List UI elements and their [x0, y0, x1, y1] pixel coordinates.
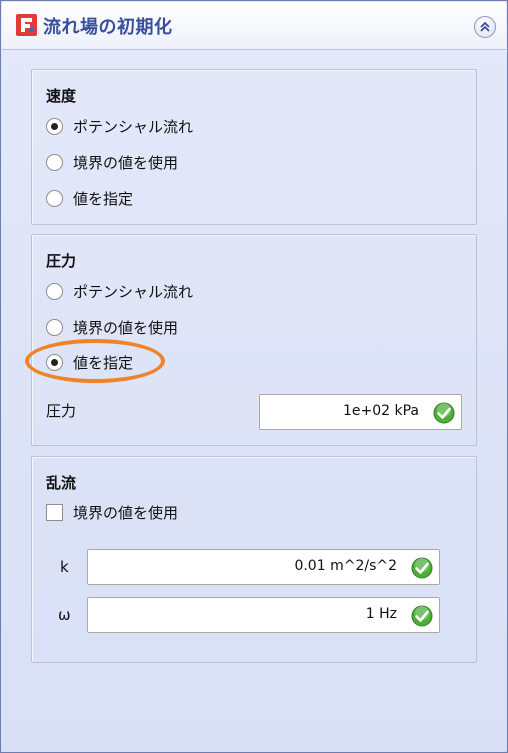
pressure-option-potential[interactable]: ポテンシャル流れ [46, 280, 193, 302]
panel-header: 流れ場の初期化 [2, 2, 506, 50]
turbulence-title: 乱流 [46, 474, 77, 492]
collapse-button[interactable] [474, 16, 496, 38]
radio-label: 値を指定 [73, 189, 134, 208]
checkbox[interactable] [46, 503, 63, 521]
velocity-option-potential[interactable]: ポテンシャル流れ [46, 115, 193, 137]
pressure-option-boundary[interactable]: 境界の値を使用 [46, 316, 178, 338]
turbulence-boundary-checkbox-row[interactable]: 境界の値を使用 [46, 501, 178, 523]
velocity-title: 速度 [46, 87, 77, 105]
radio-button[interactable] [46, 117, 63, 135]
omega-input[interactable]: 1 Hz [87, 597, 440, 633]
pressure-field-label: 圧力 [46, 402, 77, 420]
task-panel: 流れ場の初期化 速度 ポテンシャル流れ 境界の値を使用 値を指定 圧力 ポテンシ… [0, 0, 508, 753]
pressure-title: 圧力 [46, 252, 77, 270]
radio-button[interactable] [46, 318, 63, 336]
highlight-annotation-ellipse [25, 339, 165, 383]
checkmark-icon [411, 605, 433, 627]
k-input[interactable]: 0.01 m^2/s^2 [87, 549, 440, 585]
radio-label: ポテンシャル流れ [73, 282, 194, 301]
radio-label: 境界の値を使用 [73, 318, 179, 337]
radio-button[interactable] [46, 153, 63, 171]
pressure-input[interactable]: 1e+02 kPa [259, 394, 462, 430]
velocity-option-boundary[interactable]: 境界の値を使用 [46, 151, 178, 173]
freecad-app-icon [16, 14, 37, 36]
radio-label: 境界の値を使用 [73, 153, 179, 172]
chevron-double-up-icon [480, 21, 490, 32]
radio-label: ポテンシャル流れ [73, 117, 194, 136]
radio-button[interactable] [46, 282, 63, 300]
radio-button[interactable] [46, 189, 63, 207]
pressure-value: 1e+02 kPa [342, 403, 419, 419]
k-label: k [60, 558, 69, 576]
turbulence-group: 乱流 境界の値を使用 k 0.01 m^2/s^2 ω 1 Hz [31, 456, 477, 663]
omega-value: 1 Hz [365, 606, 397, 622]
checkmark-icon [433, 402, 455, 424]
checkmark-icon [411, 557, 433, 579]
k-value: 0.01 m^2/s^2 [294, 558, 397, 574]
checkbox-label: 境界の値を使用 [73, 503, 179, 522]
velocity-group: 速度 ポテンシャル流れ 境界の値を使用 値を指定 [31, 69, 477, 225]
omega-label: ω [58, 606, 71, 624]
panel-title: 流れ場の初期化 [43, 17, 173, 38]
velocity-option-specify[interactable]: 値を指定 [46, 187, 133, 209]
